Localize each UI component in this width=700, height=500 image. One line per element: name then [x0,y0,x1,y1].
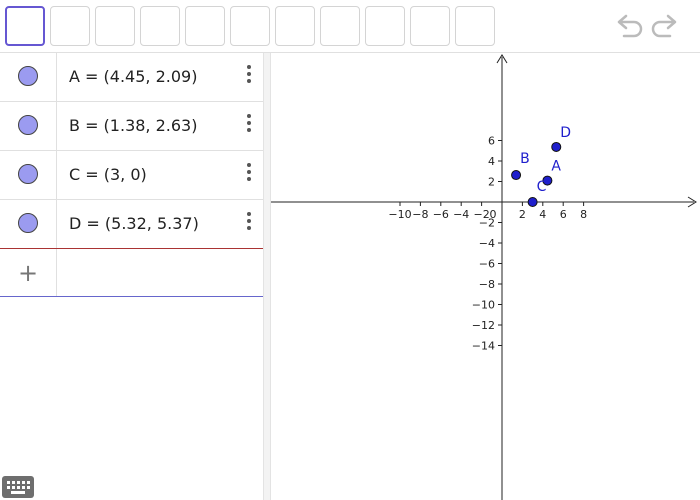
visibility-toggle-D[interactable] [18,213,38,233]
y-tick-label: −8 [479,278,495,291]
more-menu-icon[interactable] [244,114,254,132]
add-icon[interactable]: + [18,259,38,287]
toolbar [0,0,700,53]
tool-button-9[interactable] [365,6,405,46]
algebra-input-row[interactable]: + [0,248,263,297]
y-tick-label: −14 [472,340,495,353]
more-menu-icon[interactable] [244,65,254,83]
keyboard-icon [7,481,30,494]
point-label-D: D [560,125,571,141]
x-tick-label: −10 [388,208,411,221]
point-D[interactable] [551,141,562,152]
marble-cell [0,151,57,199]
add-cell: + [0,249,57,296]
y-tick-label: −2 [479,217,495,230]
y-tick-label: −10 [472,299,495,312]
y-tick-label: −12 [472,319,495,332]
tool-button-5[interactable] [185,6,225,46]
view-divider[interactable] [263,53,271,500]
undo-icon [617,14,643,38]
tool-button-10[interactable] [410,6,450,46]
algebra-item-A[interactable]: A = (4.45, 2.09) [0,53,263,102]
x-tick-label: 8 [580,208,587,221]
keyboard-button[interactable] [2,476,34,498]
point-label-C: C [537,179,547,195]
more-menu-icon[interactable] [244,212,254,230]
point-B[interactable] [511,170,522,181]
algebra-expression[interactable]: D = (5.32, 5.37) [69,214,199,233]
tool-button-3[interactable] [95,6,135,46]
tool-button-2[interactable] [50,6,90,46]
x-tick-label: −8 [412,208,428,221]
y-tick-label: 2 [488,176,495,189]
redo-button[interactable] [650,12,680,40]
tool-button-6[interactable] [230,6,270,46]
x-tick-label: 6 [560,208,567,221]
visibility-toggle-B[interactable] [18,115,38,135]
graphics-view[interactable]: −10 −8 −6 −4 −2 0 2 4 6 8 6 4 2 −2 −4 −6 −8 −10 −12 −14 A B C D [271,53,700,500]
x-tick-label: −4 [453,208,469,221]
tool-button-7[interactable] [275,6,315,46]
tool-button-8[interactable] [320,6,360,46]
x-tick-label: −6 [433,208,449,221]
algebra-item-D[interactable]: D = (5.32, 5.37) [0,200,263,249]
y-tick-label: −4 [479,237,495,250]
y-tick-label: −6 [479,258,495,271]
algebra-view: A = (4.45, 2.09) B = (1.38, 2.63) C = (3… [0,53,263,500]
redo-icon [651,14,677,38]
tool-button-4[interactable] [140,6,180,46]
coordinate-plane[interactable]: −10 −8 −6 −4 −2 0 2 4 6 8642−2−4−6−8−10−12−14ABCD [271,53,700,500]
tool-button-11[interactable] [455,6,495,46]
marble-cell [0,53,57,101]
algebra-expression[interactable]: B = (1.38, 2.63) [69,116,197,135]
algebra-item-C[interactable]: C = (3, 0) [0,151,263,200]
algebra-expression[interactable]: A = (4.45, 2.09) [69,67,197,86]
point-C[interactable] [527,197,538,207]
marble-cell [0,200,57,248]
x-tick-label: 2 [519,208,526,221]
algebra-expression[interactable]: C = (3, 0) [69,165,147,184]
more-menu-icon[interactable] [244,163,254,181]
tool-button-move[interactable] [5,6,45,46]
point-label-B: B [520,151,530,167]
y-tick-label: 4 [488,155,495,168]
point-label-A: A [551,159,561,175]
undo-button[interactable] [614,12,644,40]
y-tick-label: 6 [488,135,495,148]
x-tick-label: 4 [539,208,546,221]
algebra-item-B[interactable]: B = (1.38, 2.63) [0,102,263,151]
visibility-toggle-A[interactable] [18,66,38,86]
visibility-toggle-C[interactable] [18,164,38,184]
marble-cell [0,102,57,150]
